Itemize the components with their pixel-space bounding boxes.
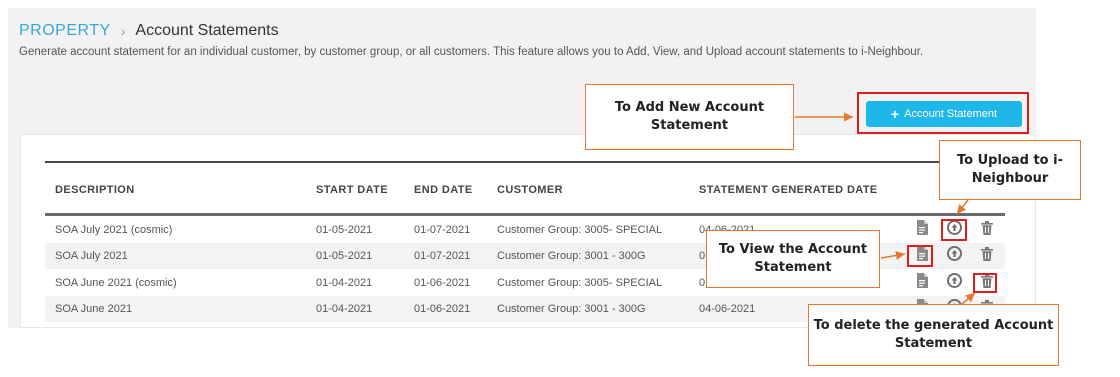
table-header-divider <box>45 213 1005 216</box>
cell-generated-date: 0 <box>699 277 706 289</box>
cell-start-date: 01-05-2021 <box>316 250 373 262</box>
cell-generated-date: 0 <box>699 250 706 262</box>
delete-statement-button[interactable] <box>978 246 996 266</box>
breadcrumb: PROPERTY › Account Statements <box>19 22 279 40</box>
document-icon <box>916 220 928 240</box>
delete-statement-button[interactable] <box>978 220 996 240</box>
cell-end-date: 01-06-2021 <box>414 303 471 315</box>
cell-customer: Customer Group: 3005- SPECIAL <box>497 224 663 236</box>
upload-icon <box>946 246 962 266</box>
cell-customer: Customer Group: 3001 - 300G <box>497 250 646 262</box>
cell-start-date: 01-04-2021 <box>316 277 373 289</box>
trash-icon <box>981 246 993 266</box>
cell-description: SOA June 2021 <box>55 303 133 315</box>
upload-callout: To Upload to i-Neighbour <box>939 140 1081 200</box>
upload-statement-button[interactable] <box>945 273 963 293</box>
cell-customer: Customer Group: 3005- SPECIAL <box>497 277 663 289</box>
page-description: Generate account statement for an indivi… <box>19 46 924 58</box>
view-icon-highlight <box>907 245 933 267</box>
delete-statement-callout: To delete the generated Account Statemen… <box>808 304 1059 366</box>
add-account-statement-button[interactable]: + Account Statement <box>866 101 1022 127</box>
upload-statement-button[interactable] <box>945 246 963 266</box>
cell-end-date: 01-07-2021 <box>414 224 471 236</box>
cell-end-date: 01-07-2021 <box>414 250 471 262</box>
column-header-customer[interactable]: CUSTOMER <box>497 184 563 196</box>
cell-start-date: 01-04-2021 <box>316 303 373 315</box>
trash-icon <box>981 220 993 240</box>
column-header-generated-date[interactable]: STATEMENT GENERATED DATE <box>699 184 878 196</box>
view-statement-button[interactable] <box>913 220 931 240</box>
column-header-end-date[interactable]: END DATE <box>414 184 473 196</box>
add-account-statement-label: Account Statement <box>904 108 998 120</box>
delete-icon-highlight <box>973 273 997 293</box>
cell-description: SOA July 2021 <box>55 250 128 262</box>
cell-generated-date: 04-06-2021 <box>699 303 756 315</box>
breadcrumb-separator: › <box>120 23 126 39</box>
upload-icon <box>946 273 962 293</box>
cell-end-date: 01-06-2021 <box>414 277 471 289</box>
view-statement-callout: To View the Account Statement <box>706 230 880 288</box>
column-header-start-date[interactable]: START DATE <box>316 184 388 196</box>
column-header-description[interactable]: DESCRIPTION <box>55 184 135 196</box>
add-statement-callout: To Add New Account Statement <box>585 84 794 150</box>
upload-icon-highlight <box>941 219 967 241</box>
cell-customer: Customer Group: 3001 - 300G <box>497 303 646 315</box>
cell-description: SOA June 2021 (cosmic) <box>55 277 177 289</box>
document-icon <box>916 273 928 293</box>
plus-icon: + <box>890 106 900 122</box>
cell-start-date: 01-05-2021 <box>316 224 373 236</box>
table-top-divider <box>45 161 1005 163</box>
breadcrumb-property-link[interactable]: PROPERTY <box>19 22 111 40</box>
page-title: Account Statements <box>135 22 279 39</box>
view-statement-button[interactable] <box>913 273 931 293</box>
cell-description: SOA July 2021 (cosmic) <box>55 224 173 236</box>
